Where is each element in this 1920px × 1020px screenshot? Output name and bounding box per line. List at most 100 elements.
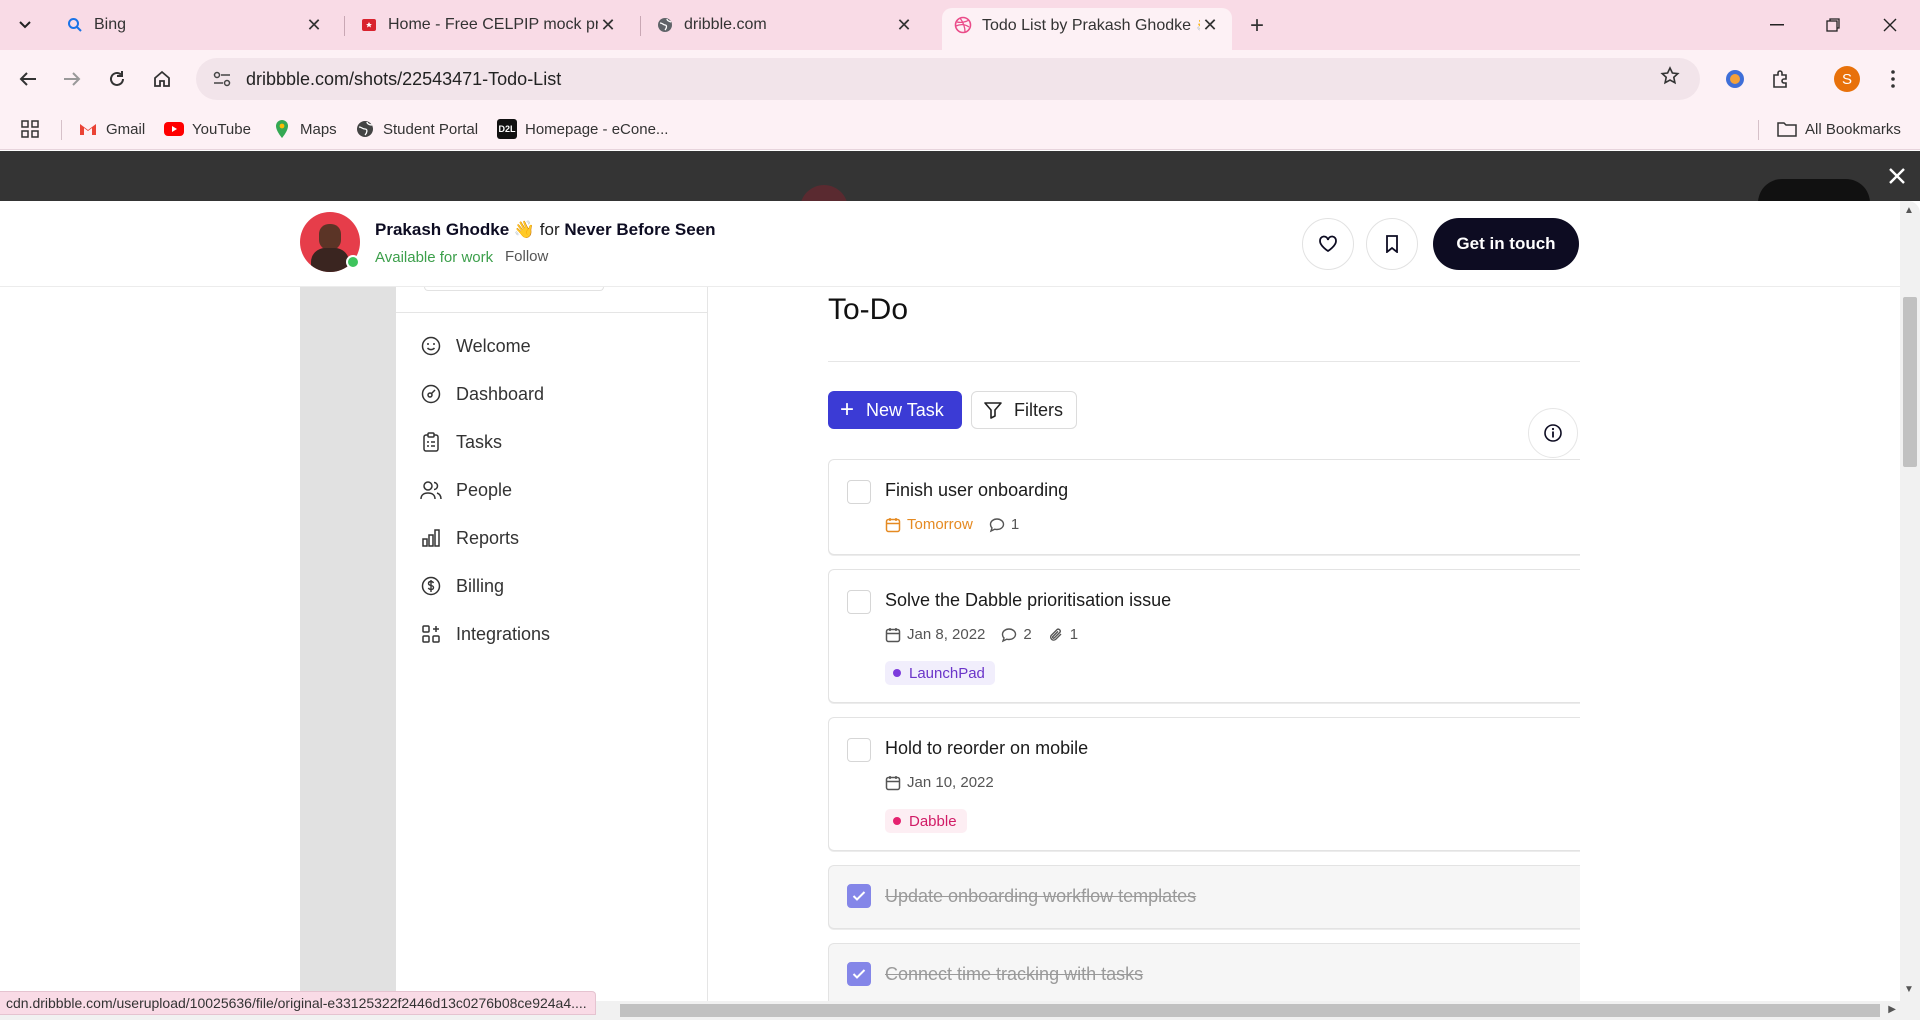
sidebar-item-integrations[interactable]: Integrations [420,619,550,649]
sidebar-item-label: Reports [456,527,520,548]
project-tag[interactable]: Dabble [885,809,967,833]
new-tab-button[interactable]: + [1243,12,1271,40]
task-checkbox[interactable] [847,738,871,762]
d2l-icon: D2L [497,119,517,139]
avatar-head [319,224,341,250]
smiley-icon [420,335,442,357]
close-icon[interactable]: ✕ [1200,15,1220,36]
extension-icon[interactable] [1720,64,1750,94]
sidebar-header-box [424,287,604,291]
due-date: Tomorrow [885,516,973,533]
todo-main: To-Do + New Task Filters Finish user onb… [708,287,1580,1001]
team-name[interactable]: Never Before Seen [564,220,715,239]
tab-bing[interactable]: Bing ✕ [54,8,336,42]
task-card[interactable]: Solve the Dabble prioritisation issue Ja… [828,569,1580,703]
all-bookmarks-button[interactable]: All Bookmarks [1777,116,1901,142]
profile-avatar[interactable]: S [1834,66,1860,92]
forward-button[interactable] [56,63,88,95]
availability-status[interactable]: Available for work [375,249,493,266]
follow-button[interactable]: Follow [505,248,548,265]
task-checkbox-checked[interactable] [847,962,871,986]
task-checkbox[interactable] [847,590,871,614]
due-date: Jan 10, 2022 [885,774,994,791]
save-button[interactable] [1366,218,1418,270]
youtube-icon [164,119,184,139]
task-title: Solve the Dabble prioritisation issue [885,590,1172,610]
task-title: Finish user onboarding [885,480,1069,500]
close-icon[interactable]: ✕ [304,15,324,36]
tab-todo-list[interactable]: Todo List by Prakash Ghodke 👋 ✕ [942,8,1232,50]
bookmark-label: Maps [300,120,337,138]
restore-icon[interactable] [1813,10,1853,40]
puzzle-icon[interactable] [1766,64,1796,94]
shot-details-button[interactable] [1528,408,1578,458]
shot-image: Welcome Dashboard Tasks People Reports B… [300,287,1580,1001]
bookmark-star-icon[interactable] [1660,66,1680,92]
designer-name[interactable]: Prakash Ghodke 👋 [375,220,535,239]
home-button[interactable] [146,63,178,95]
task-meta: Jan 8, 2022 2 1 [885,626,1094,643]
sidebar-item-billing[interactable]: Billing [420,571,504,601]
task-checkbox-checked[interactable] [847,884,871,908]
sidebar-item-people[interactable]: People [420,475,512,505]
calendar-icon [885,517,901,532]
task-checkbox[interactable] [847,480,871,504]
bookmark-homepage-econestoga[interactable]: D2L Homepage - eCone... [497,116,668,142]
new-task-button[interactable]: + New Task [828,391,962,429]
sidebar-item-label: Dashboard [456,383,545,404]
sidebar-item-label: Billing [456,575,505,596]
search-icon [66,16,84,34]
like-button[interactable] [1302,218,1354,270]
all-bookmarks-label: All Bookmarks [1805,120,1901,138]
plus-icon: + [840,396,855,423]
task-card-completed[interactable]: Connect time tracking with tasks [828,943,1580,1001]
scroll-right-icon[interactable]: ▶ [1888,1004,1896,1015]
shot-gutter [300,287,396,1001]
scroll-down-icon[interactable]: ▼ [1904,984,1914,995]
back-button[interactable] [12,63,44,95]
task-card[interactable]: Finish user onboarding Tomorrow 1 [828,459,1580,555]
close-icon[interactable]: ✕ [894,15,914,36]
scroll-up-icon[interactable]: ▲ [1904,205,1914,216]
due-date-text: Jan 10, 2022 [907,774,994,791]
apps-grid-icon[interactable] [20,116,40,142]
tab-search-dropdown[interactable] [10,10,40,40]
sidebar-item-welcome[interactable]: Welcome [420,331,531,361]
checkmark-icon [852,969,866,979]
maps-icon [272,119,292,139]
gmail-icon [78,119,98,139]
tab-celpip[interactable]: Home - Free CELPIP mock practi ✕ [348,8,630,42]
bookmark-gmail[interactable]: Gmail [78,116,145,142]
folder-icon [1777,119,1797,139]
bookmark-student-portal[interactable]: Student Portal [355,116,478,142]
page-scrollbar[interactable]: ▲ ▼ [1900,201,1920,1001]
reload-button[interactable] [101,63,133,95]
tag-dot [893,669,901,677]
minimize-icon[interactable] [1757,10,1797,40]
url-text: dribbble.com/shots/22543471-Todo-List [246,68,562,89]
tab-dribble[interactable]: dribble.com ✕ [644,8,926,42]
get-in-touch-button[interactable]: Get in touch [1433,218,1579,270]
close-icon[interactable]: ✕ [598,15,618,36]
heart-icon [1319,235,1337,253]
sidebar-item-tasks[interactable]: Tasks [420,427,502,457]
close-modal-button[interactable] [1888,163,1906,189]
bookmark-maps[interactable]: Maps [272,116,337,142]
scrollbar-thumb[interactable] [620,1004,1880,1017]
project-tag[interactable]: LaunchPad [885,661,995,685]
window-close-icon[interactable] [1870,10,1910,40]
bookmark-label: Student Portal [383,120,479,138]
tab-title: Home - Free CELPIP mock practi [388,16,598,33]
filters-button[interactable]: Filters [971,391,1077,429]
sidebar-item-label: People [456,479,513,500]
sidebar-item-reports[interactable]: Reports [420,523,519,553]
task-card-completed[interactable]: Update onboarding workflow templates [828,865,1580,929]
kebab-menu-icon[interactable] [1878,64,1908,94]
bookmark-youtube[interactable]: YouTube [164,116,251,142]
address-bar[interactable]: dribbble.com/shots/22543471-Todo-List [196,58,1700,100]
grid-plus-icon [420,623,442,645]
task-card[interactable]: Hold to reorder on mobile Jan 10, 2022 D… [828,717,1580,851]
scrollbar-thumb[interactable] [1903,297,1917,467]
site-info-icon[interactable] [204,71,240,87]
sidebar-item-dashboard[interactable]: Dashboard [420,379,544,409]
